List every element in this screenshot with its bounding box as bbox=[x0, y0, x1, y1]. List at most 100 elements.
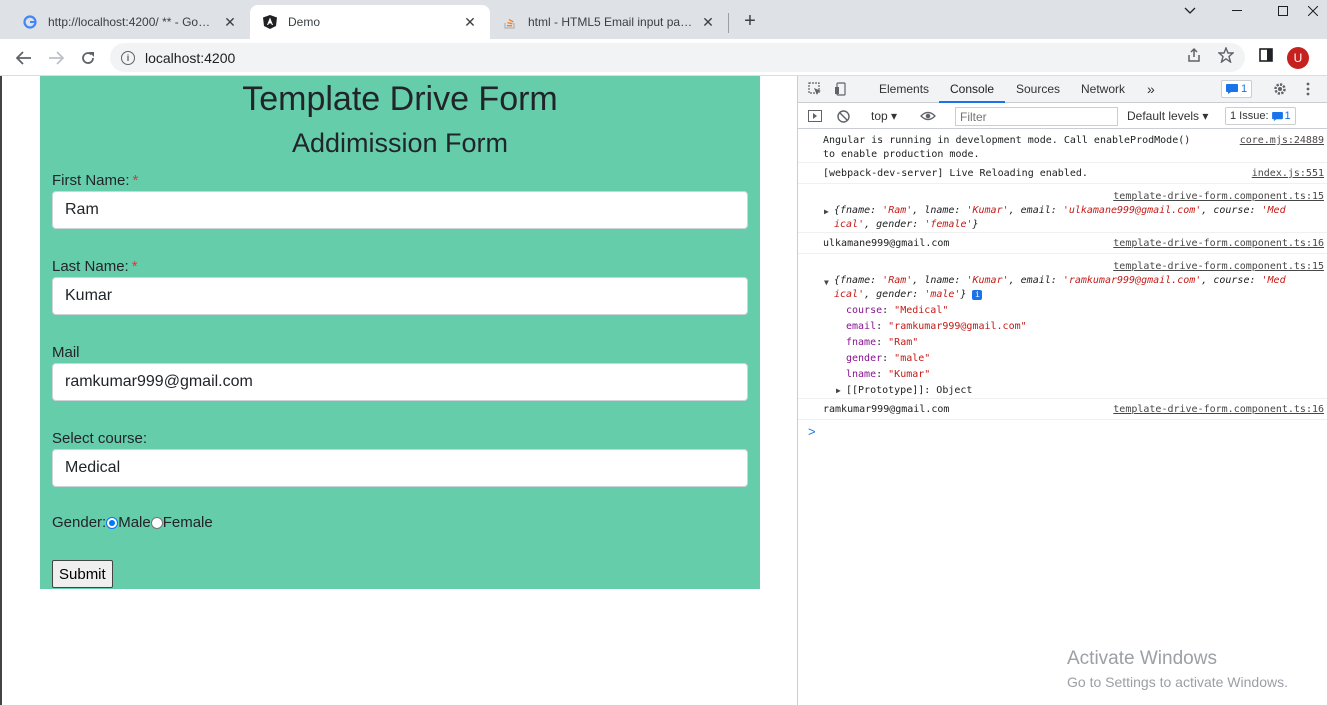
address-bar[interactable]: i localhost:4200 bbox=[110, 43, 1245, 72]
first-name-label-text: First Name: bbox=[52, 172, 130, 189]
source-link[interactable]: template-drive-form.component.ts:15 bbox=[1113, 260, 1324, 274]
close-icon[interactable]: ✕ bbox=[462, 14, 478, 30]
gender-label: Gender: bbox=[52, 514, 107, 531]
kebab-menu-icon[interactable] bbox=[1300, 81, 1316, 97]
source-link[interactable]: template-drive-form.component.ts:15 bbox=[1113, 190, 1324, 204]
source-link[interactable]: index.js:551 bbox=[1252, 167, 1324, 181]
console-message: template-drive-form.component.ts:15 ▼ {f… bbox=[798, 254, 1327, 399]
tab-sources[interactable]: Sources bbox=[1016, 76, 1060, 103]
obj-key: } bbox=[972, 219, 979, 230]
last-name-input[interactable] bbox=[52, 277, 748, 315]
last-name-label: Last Name: * bbox=[52, 258, 138, 275]
first-name-input[interactable] bbox=[52, 191, 748, 229]
obj-value: 'Med bbox=[1261, 205, 1286, 216]
console-filter-input[interactable] bbox=[955, 107, 1118, 126]
page-title: Template Drive Form bbox=[242, 80, 558, 118]
watermark-subtitle: Go to Settings to activate Windows. bbox=[1067, 674, 1288, 690]
angular-icon bbox=[262, 14, 278, 30]
prop-value: "male" bbox=[894, 353, 931, 364]
chevron-down-icon[interactable] bbox=[1167, 0, 1213, 22]
collapse-triangle-icon[interactable]: ▼ bbox=[824, 278, 829, 287]
admission-form: Template Drive Form Addimission Form Fir… bbox=[40, 76, 760, 589]
expand-triangle-icon[interactable]: ▶ bbox=[836, 386, 841, 395]
gear-icon[interactable] bbox=[1272, 81, 1288, 97]
close-icon[interactable]: ✕ bbox=[222, 14, 238, 30]
info-icon[interactable]: i bbox=[121, 50, 135, 65]
obj-key: , gender: bbox=[864, 219, 925, 230]
female-radio[interactable] bbox=[150, 516, 163, 529]
obj-value: 'Kumar' bbox=[966, 275, 1009, 286]
info-icon[interactable]: i bbox=[972, 290, 983, 300]
console-text: ramkumar999@gmail.com bbox=[823, 404, 950, 415]
source-link[interactable]: template-drive-form.component.ts:16 bbox=[1113, 237, 1324, 251]
source-link[interactable]: template-drive-form.component.ts:16 bbox=[1113, 403, 1324, 417]
property-row: course: "Medical" bbox=[846, 305, 949, 316]
expand-triangle-icon[interactable]: ▶ bbox=[824, 207, 829, 216]
close-icon[interactable]: ✕ bbox=[700, 14, 716, 30]
watermark-title: Activate Windows bbox=[1067, 648, 1217, 669]
prop-key: lname bbox=[846, 369, 877, 380]
obj-value: ical' bbox=[834, 219, 865, 230]
tab-elements[interactable]: Elements bbox=[879, 76, 929, 103]
reload-icon[interactable] bbox=[76, 46, 100, 70]
obj-value: 'ulkamane999@gmail.com' bbox=[1062, 205, 1202, 216]
email-field[interactable] bbox=[52, 363, 748, 401]
male-label: Male bbox=[118, 514, 151, 531]
forward-arrow-icon[interactable] bbox=[44, 46, 68, 70]
context-select[interactable]: top ▾ bbox=[871, 109, 897, 123]
url-text: localhost:4200 bbox=[145, 49, 236, 66]
obj-value: 'Ram' bbox=[882, 205, 913, 216]
obj-key: , course: bbox=[1201, 275, 1262, 286]
prototype-row[interactable]: [[Prototype]]: Object bbox=[846, 384, 972, 398]
object-preview[interactable]: {fname: 'Ram', lname: 'Kumar', email: 'u… bbox=[834, 204, 1286, 218]
context-value: top bbox=[871, 109, 888, 123]
avatar[interactable]: U bbox=[1287, 47, 1309, 69]
tab-strip: http://localhost:4200/ ** - Google ✕ Dem… bbox=[0, 0, 1327, 39]
tab-title: http://localhost:4200/ ** - Google bbox=[48, 15, 216, 29]
share-icon[interactable] bbox=[1184, 45, 1204, 65]
tab-title: html - HTML5 Email input pattern bbox=[528, 15, 694, 29]
course-select[interactable] bbox=[52, 449, 748, 487]
tab-google[interactable]: http://localhost:4200/ ** - Google ✕ bbox=[10, 5, 250, 39]
sidebar-toggle-icon[interactable] bbox=[807, 108, 823, 124]
side-panel-icon[interactable] bbox=[1256, 45, 1276, 65]
stackoverflow-icon bbox=[502, 14, 518, 30]
console-message: ramkumar999@gmail.com template-drive-for… bbox=[798, 399, 1327, 420]
male-radio[interactable] bbox=[106, 516, 119, 529]
issues-badge[interactable]: 1 Issue: 1 bbox=[1225, 107, 1296, 125]
required-mark: * bbox=[132, 172, 139, 189]
star-icon[interactable] bbox=[1216, 45, 1236, 65]
obj-key: , gender: bbox=[864, 289, 925, 300]
eye-icon[interactable] bbox=[920, 108, 936, 124]
prop-key: gender bbox=[846, 353, 883, 364]
more-tabs-icon[interactable]: » bbox=[1147, 76, 1155, 103]
obj-value: 'ramkumar999@gmail.com' bbox=[1062, 275, 1202, 286]
obj-key: , course: bbox=[1201, 205, 1262, 216]
submit-button[interactable]: Submit bbox=[52, 560, 113, 588]
log-levels-select[interactable]: Default levels ▾ bbox=[1127, 109, 1208, 123]
inspect-element-icon[interactable] bbox=[807, 81, 823, 97]
source-link[interactable]: core.mjs:24889 bbox=[1240, 134, 1324, 148]
required-mark: * bbox=[131, 258, 138, 275]
obj-value: 'Kumar' bbox=[966, 205, 1009, 216]
clear-console-icon[interactable] bbox=[835, 108, 851, 124]
obj-key: {fname: bbox=[834, 275, 883, 286]
console-prompt[interactable]: > bbox=[808, 424, 816, 439]
messages-count: 1 bbox=[1241, 83, 1248, 95]
prop-key: email bbox=[846, 321, 877, 332]
issues-count: 1 bbox=[1284, 110, 1291, 122]
tab-stackoverflow[interactable]: html - HTML5 Email input pattern ✕ bbox=[490, 5, 728, 39]
tab-demo[interactable]: Demo ✕ bbox=[250, 5, 490, 39]
close-window-icon[interactable] bbox=[1298, 0, 1327, 22]
object-preview[interactable]: {fname: 'Ram', lname: 'Kumar', email: 'r… bbox=[834, 274, 1286, 288]
new-tab-button[interactable]: + bbox=[740, 11, 760, 31]
prop-value: "Medical" bbox=[894, 305, 949, 316]
back-arrow-icon[interactable] bbox=[12, 46, 36, 70]
console-text: to enable production mode. bbox=[823, 149, 980, 160]
minimize-icon[interactable] bbox=[1214, 0, 1260, 22]
tab-network[interactable]: Network bbox=[1081, 76, 1125, 103]
tab-console[interactable]: Console bbox=[939, 76, 1006, 103]
device-toggle-icon[interactable] bbox=[833, 81, 849, 97]
console-message: ulkamane999@gmail.com template-drive-for… bbox=[798, 233, 1327, 254]
messages-badge[interactable]: 1 bbox=[1221, 80, 1253, 98]
